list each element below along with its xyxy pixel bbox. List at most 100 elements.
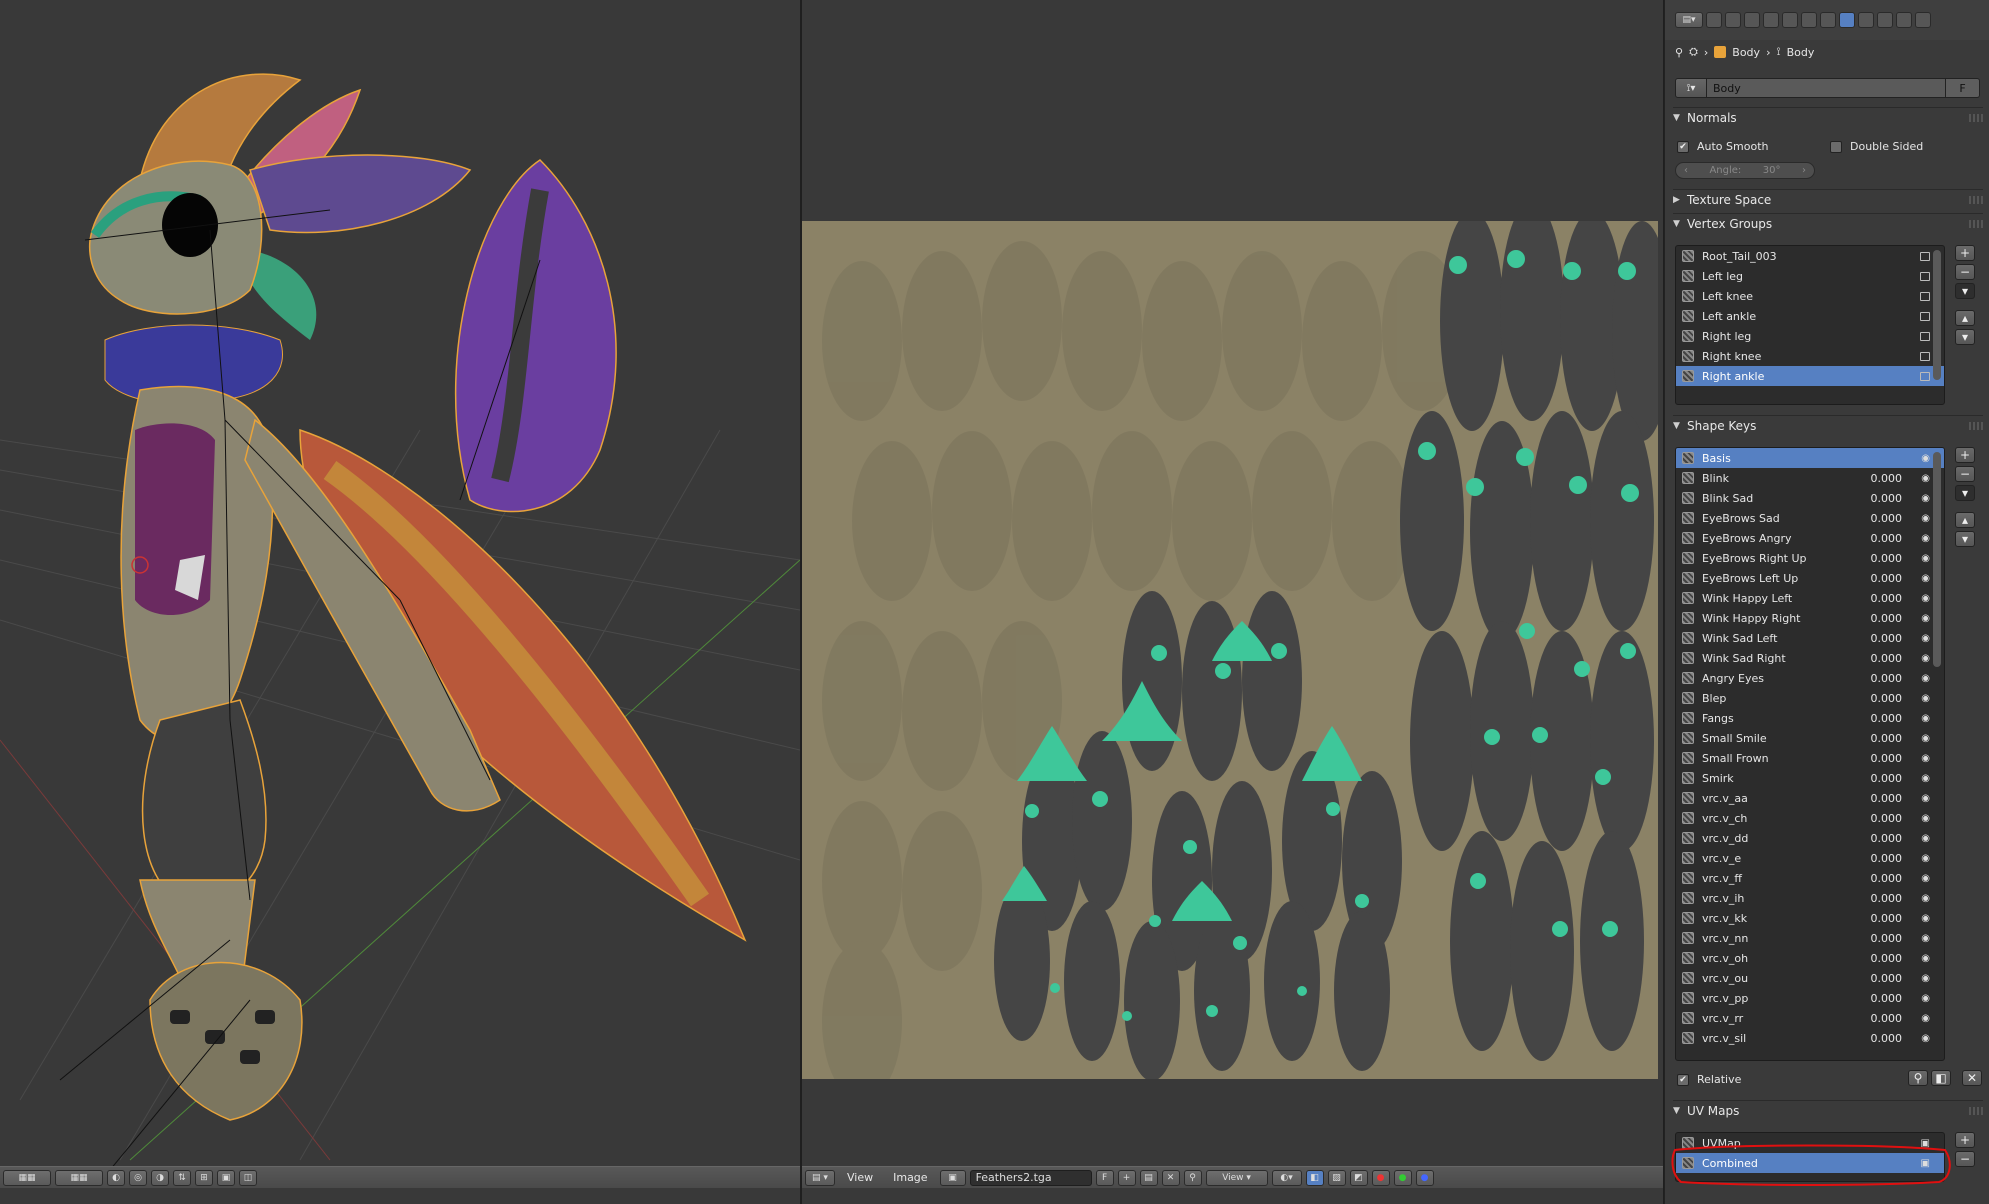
vertex-group-list[interactable]: Root_Tail_003 Left leg Left knee Left ankle… <box>1675 245 1945 405</box>
menu-view[interactable]: View <box>839 1171 881 1184</box>
3d-scene[interactable] <box>0 0 800 1170</box>
eye-icon[interactable]: ◉ <box>1921 753 1930 764</box>
vertex-group-row[interactable]: Root_Tail_003 <box>1676 246 1944 266</box>
lock-icon[interactable] <box>1920 251 1930 261</box>
shape-key-value[interactable]: 0.000 <box>1871 712 1903 725</box>
lock-icon[interactable] <box>1920 351 1930 361</box>
shape-key-row[interactable]: Wink Happy Right 0.000 ◉ <box>1676 608 1944 628</box>
panel-grip-icon[interactable] <box>1969 1106 1983 1115</box>
shape-key-row[interactable]: vrc.v_dd 0.000 ◉ <box>1676 828 1944 848</box>
shape-key-value[interactable]: 0.000 <box>1871 772 1903 785</box>
shape-key-row[interactable]: vrc.v_aa 0.000 ◉ <box>1676 788 1944 808</box>
shape-key-row[interactable]: vrc.v_kk 0.000 ◉ <box>1676 908 1944 928</box>
eye-icon[interactable]: ◉ <box>1921 733 1930 744</box>
vertex-group-specials-button[interactable]: ▾ <box>1955 283 1975 299</box>
shape-key-value[interactable]: 0.000 <box>1871 832 1903 845</box>
tab-constraints[interactable] <box>1801 12 1817 28</box>
shape-key-value[interactable]: 0.000 <box>1871 612 1903 625</box>
eye-icon[interactable]: ◉ <box>1921 973 1930 984</box>
uv-image-editor[interactable]: ▤ ▾ View Image ▣ Feathers2.tga F + ▤ ✕ ⚲… <box>802 0 1664 1204</box>
shape-key-value[interactable]: 0.000 <box>1871 512 1903 525</box>
remove-vertex-group-button[interactable]: − <box>1955 264 1975 280</box>
eye-icon[interactable]: ◉ <box>1921 493 1930 504</box>
shape-key-row[interactable]: vrc.v_rr 0.000 ◉ <box>1676 1008 1944 1028</box>
eye-icon[interactable]: ◉ <box>1921 593 1930 604</box>
pivot-icon[interactable]: ◎ <box>129 1169 147 1186</box>
shape-key-row[interactable]: Blep 0.000 ◉ <box>1676 688 1944 708</box>
eye-icon[interactable]: ◉ <box>1921 993 1930 1004</box>
lock-icon[interactable] <box>1920 371 1930 381</box>
shape-key-value[interactable]: 0.000 <box>1871 972 1903 985</box>
mesh-fake-user-button[interactable]: F <box>1946 78 1980 98</box>
vertex-group-row[interactable]: Left leg <box>1676 266 1944 286</box>
shape-key-row[interactable]: vrc.v_ou 0.000 ◉ <box>1676 968 1944 988</box>
image-browse-icon[interactable]: ▣ <box>939 1169 966 1186</box>
eye-icon[interactable]: ◉ <box>1921 773 1930 784</box>
open-image-icon[interactable]: ▤ <box>1139 1169 1158 1186</box>
shape-key-row[interactable]: Small Smile 0.000 ◉ <box>1676 728 1944 748</box>
shape-key-row[interactable]: Blink 0.000 ◉ <box>1676 468 1944 488</box>
eye-icon[interactable]: ◉ <box>1921 1033 1930 1044</box>
mesh-name-field[interactable]: Body <box>1707 78 1946 98</box>
editor-type-icon[interactable]: ▤ ▾ <box>805 1169 835 1186</box>
shape-key-value[interactable]: 0.000 <box>1871 892 1903 905</box>
vertex-group-row[interactable]: Right leg <box>1676 326 1944 346</box>
clear-shape-weights-icon[interactable]: ✕ <box>1962 1070 1982 1086</box>
shape-key-value[interactable]: 0.000 <box>1871 1032 1903 1045</box>
eye-icon[interactable]: ◉ <box>1921 833 1930 844</box>
eye-icon[interactable]: ◉ <box>1921 673 1930 684</box>
shape-lock-icon[interactable]: ⚲ <box>1908 1070 1928 1086</box>
add-shape-key-button[interactable]: + <box>1955 447 1975 463</box>
uv-select-vertex-icon[interactable]: ◧ <box>1305 1169 1324 1186</box>
shape-key-row[interactable]: vrc.v_ih 0.000 ◉ <box>1676 888 1944 908</box>
shape-key-row[interactable]: Smirk 0.000 ◉ <box>1676 768 1944 788</box>
lock-icon[interactable] <box>1920 271 1930 281</box>
image-name-field[interactable]: Feathers2.tga <box>969 1169 1092 1186</box>
shape-key-row[interactable]: vrc.v_pp 0.000 ◉ <box>1676 988 1944 1008</box>
eye-icon[interactable]: ◉ <box>1921 713 1930 724</box>
lock-icon[interactable] <box>1920 331 1930 341</box>
shading-icon[interactable]: ◐ <box>107 1169 125 1186</box>
shape-key-value[interactable]: 0.000 <box>1871 692 1903 705</box>
remove-uv-map-button[interactable]: − <box>1955 1151 1975 1167</box>
panel-vertex-groups-header[interactable]: ▼ Vertex Groups <box>1673 213 1983 233</box>
panel-grip-icon[interactable] <box>1969 195 1983 204</box>
shape-key-row[interactable]: vrc.v_ch 0.000 ◉ <box>1676 808 1944 828</box>
shape-edit-mode-icon[interactable]: ◧ <box>1931 1070 1951 1086</box>
tab-layers[interactable] <box>1725 12 1741 28</box>
panel-grip-icon[interactable] <box>1969 421 1983 430</box>
shape-key-value[interactable]: 0.000 <box>1871 652 1903 665</box>
eye-icon[interactable]: ◉ <box>1921 533 1930 544</box>
snap-icon[interactable]: ⊞ <box>195 1169 213 1186</box>
shape-key-row[interactable]: Wink Sad Left 0.000 ◉ <box>1676 628 1944 648</box>
tab-physics[interactable] <box>1915 12 1931 28</box>
eye-icon[interactable]: ◉ <box>1921 953 1930 964</box>
menu-image[interactable]: Image <box>885 1171 935 1184</box>
vertex-group-scrollbar[interactable] <box>1933 250 1941 380</box>
shape-key-value[interactable]: 0.000 <box>1871 552 1903 565</box>
panel-grip-icon[interactable] <box>1969 113 1983 122</box>
shape-key-row[interactable]: Wink Happy Left 0.000 ◉ <box>1676 588 1944 608</box>
shape-key-value[interactable]: 0.000 <box>1871 492 1903 505</box>
add-uv-map-button[interactable]: + <box>1955 1132 1975 1148</box>
pin-icon[interactable]: ⚲ <box>1183 1169 1202 1186</box>
vertex-group-row[interactable]: Right knee <box>1676 346 1944 366</box>
lock-icon[interactable] <box>1920 291 1930 301</box>
pivot-select[interactable]: ◐▾ <box>1271 1169 1302 1186</box>
camera-icon[interactable]: ◫ <box>239 1169 257 1186</box>
manipulator-icon[interactable]: ⇅ <box>173 1169 191 1186</box>
shape-key-row[interactable]: vrc.v_nn 0.000 ◉ <box>1676 928 1944 948</box>
tab-data[interactable] <box>1839 12 1855 28</box>
shape-key-value[interactable]: 0.000 <box>1871 792 1903 805</box>
uv-select-face-icon[interactable]: ◩ <box>1349 1169 1368 1186</box>
texture-image[interactable] <box>802 221 1658 1079</box>
shape-key-row[interactable]: EyeBrows Sad 0.000 ◉ <box>1676 508 1944 528</box>
vertex-group-row[interactable]: Right ankle <box>1676 366 1944 386</box>
shape-key-value[interactable]: 0.000 <box>1871 812 1903 825</box>
layer-buttons-right[interactable]: ▦▦ <box>55 1169 103 1186</box>
eye-icon[interactable]: ◉ <box>1921 893 1930 904</box>
shape-key-row[interactable]: vrc.v_oh 0.000 ◉ <box>1676 948 1944 968</box>
shape-key-value[interactable]: 0.000 <box>1871 1012 1903 1025</box>
shape-key-list[interactable]: Basis ◉ Blink 0.000 ◉ Blink Sad 0.000 ◉ EyeBrows… <box>1675 447 1945 1061</box>
fake-user-button[interactable]: F <box>1095 1169 1114 1186</box>
